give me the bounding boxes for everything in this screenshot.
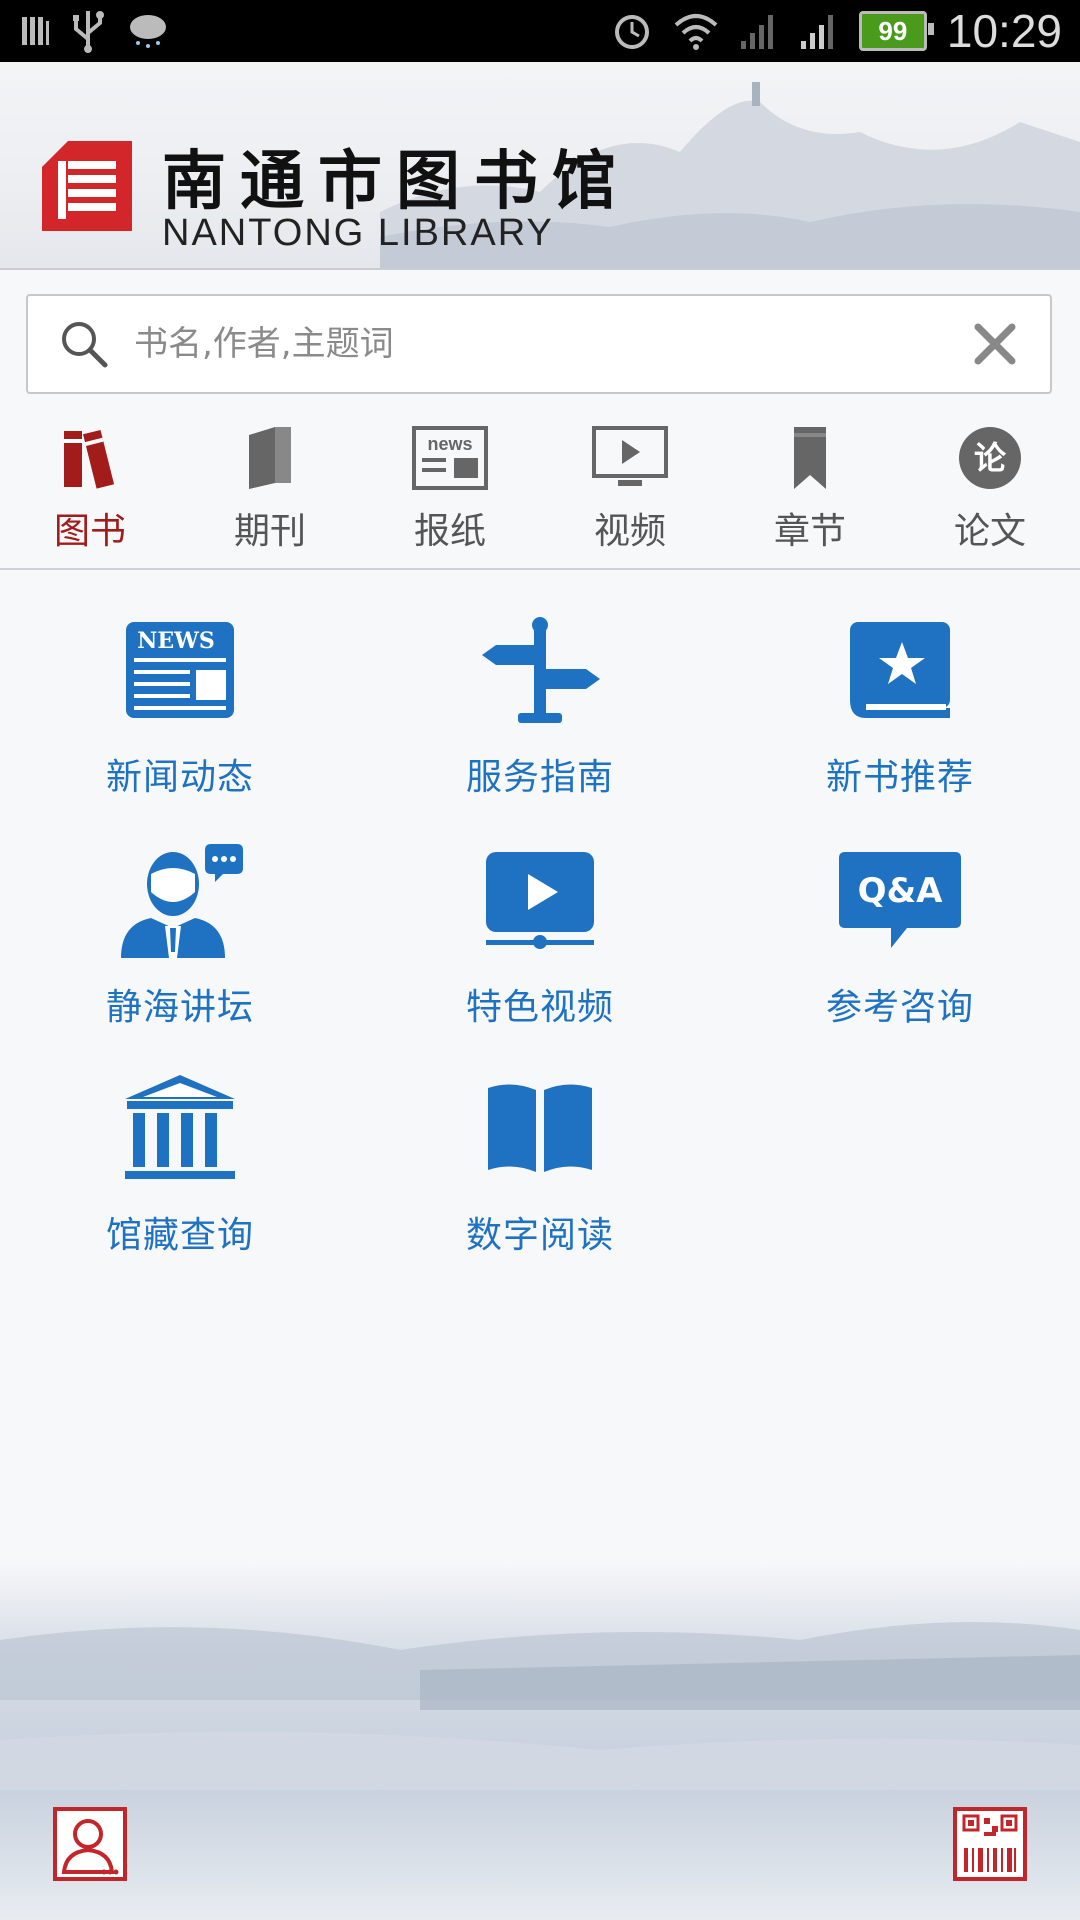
grid-item-label: 参考咨询 — [825, 987, 974, 1028]
grid-item-featured-video[interactable]: 特色视频 — [360, 840, 720, 1030]
tab-videos[interactable]: 视频 — [540, 408, 720, 568]
landscape-backdrop — [0, 1560, 1080, 1920]
grid-item-label: 新闻动态 — [105, 757, 254, 798]
app-header: 南通市图书馆 NANTONG LIBRARY — [0, 62, 1080, 270]
play-video-icon — [486, 852, 594, 949]
grid-item-lecture[interactable]: 静海讲坛 — [0, 840, 360, 1030]
svg-text:Q&A: Q&A — [858, 871, 944, 911]
tab-newspapers[interactable]: news 报纸 — [360, 408, 540, 568]
grid-item-digital-reading[interactable]: 数字阅读 — [360, 1068, 720, 1258]
journal-icon — [249, 427, 291, 489]
grid-item-label: 特色视频 — [465, 987, 614, 1028]
alarm-icon — [614, 15, 649, 49]
museum-icon — [125, 1075, 235, 1179]
battery-indicator: 99 — [858, 11, 934, 51]
grid-item-news[interactable]: NEWS 新闻动态 — [0, 610, 360, 800]
bookmark-icon — [794, 427, 826, 489]
tab-label: 视频 — [593, 511, 666, 552]
tab-chapters[interactable]: 章节 — [720, 408, 900, 568]
tab-label: 章节 — [773, 511, 846, 552]
search-input[interactable] — [132, 323, 970, 365]
library-name-en: NANTONG LIBRARY — [162, 212, 554, 254]
qa-icon: Q&A — [839, 852, 961, 948]
grid-item-label: 数字阅读 — [465, 1215, 614, 1256]
grid-item-catalog-search[interactable]: 馆藏查询 — [0, 1068, 360, 1258]
signpost-icon — [482, 617, 600, 723]
library-logo-icon — [42, 141, 132, 231]
tab-books[interactable]: 图书 — [0, 408, 180, 568]
star-book-icon — [850, 622, 950, 718]
signal-icon — [800, 15, 833, 49]
grid-item-service-guide[interactable]: 服务指南 — [360, 610, 720, 800]
tab-papers[interactable]: 论 论文 — [900, 408, 1080, 568]
lecture-icon — [121, 844, 243, 958]
usb-icon — [73, 11, 104, 53]
svg-text:news: news — [427, 434, 472, 454]
search-bar[interactable] — [26, 294, 1052, 394]
tab-label: 论文 — [953, 511, 1026, 552]
category-tabs: 图书 期刊 news 报纸 视频 章节 论 论文 — [0, 408, 1080, 570]
signal-weak-icon — [740, 15, 773, 49]
open-book-icon — [488, 1084, 592, 1172]
library-name-cn: 南通市图书馆 — [162, 144, 630, 219]
svg-text:NEWS: NEWS — [137, 628, 214, 654]
books-icon — [64, 429, 115, 489]
status-bar: 99 10:29 — [0, 0, 1080, 62]
grid-item-new-books[interactable]: 新书推荐 — [720, 610, 1080, 800]
qr-scan-icon[interactable] — [952, 1806, 1028, 1882]
clear-icon[interactable] — [970, 319, 1020, 369]
grid-item-label: 馆藏查询 — [105, 1215, 254, 1256]
sim-icon — [22, 17, 49, 45]
wifi-icon — [674, 14, 718, 50]
weather-icon — [130, 15, 166, 48]
user-account-icon[interactable] — [52, 1806, 128, 1882]
search-icon[interactable] — [58, 318, 110, 370]
newspaper-icon: news — [412, 426, 488, 490]
tab-label: 期刊 — [233, 511, 306, 552]
paper-icon: 论 — [959, 427, 1021, 489]
grid-item-label: 新书推荐 — [825, 757, 974, 798]
news-icon: NEWS — [126, 622, 234, 718]
svg-text:论: 论 — [974, 439, 1007, 477]
grid-item-reference[interactable]: Q&A 参考咨询 — [720, 840, 1080, 1030]
grid-item-label: 静海讲坛 — [105, 987, 254, 1028]
grid-item-label: 服务指南 — [465, 757, 614, 798]
clock: 10:29 — [946, 5, 1062, 57]
tab-journals[interactable]: 期刊 — [180, 408, 360, 568]
tab-label: 图书 — [53, 511, 126, 552]
tab-label: 报纸 — [413, 511, 486, 552]
video-icon — [592, 426, 668, 486]
